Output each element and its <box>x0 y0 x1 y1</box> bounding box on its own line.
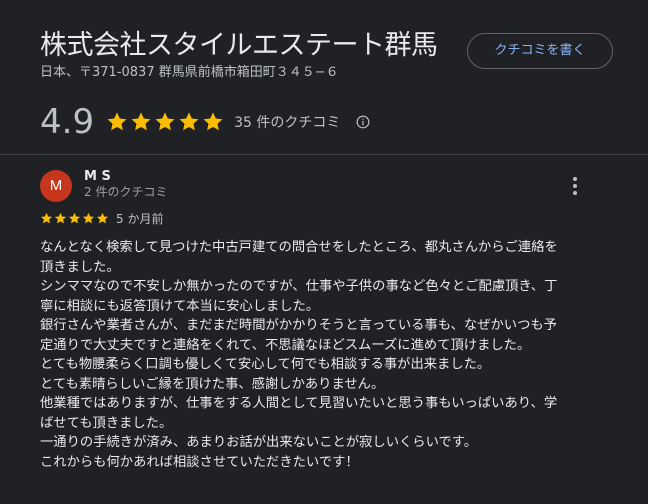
star-icon <box>203 112 223 131</box>
star-icon <box>40 212 53 223</box>
review-text-line: とても素晴らしいご縁を頂けた事、感謝しかありません。 <box>40 376 385 392</box>
star-icon <box>131 112 151 131</box>
star-icon <box>82 212 95 223</box>
review-page: 株式会社スタイルエステート群馬 日本、〒371-0837 群馬県前橋市箱田町３４… <box>0 0 648 504</box>
review-text-line: これからも何かあれば相談させていただきたいです！ <box>40 454 359 470</box>
review-rating: 5 か月前 <box>40 210 163 226</box>
review-date: 5 か月前 <box>116 211 164 226</box>
business-title: 株式会社スタイルエステート群馬 <box>40 30 438 61</box>
reviewer-avatar[interactable]: M <box>40 170 72 202</box>
star-icon <box>179 112 199 131</box>
write-review-button[interactable]: クチコミを書く <box>467 33 613 69</box>
review-text-line: シンママなので不安しか無かったのですが、仕事や子供の事など色々とご配慮頂き、丁 <box>40 279 558 294</box>
more-vert-icon[interactable] <box>566 174 584 198</box>
review-text-line: 一通りの手続きが済み、あまりお話が出来ないことが寂しいくらいです。 <box>40 435 478 450</box>
rating-summary: 4.9 35 件のクチコミ <box>40 100 370 144</box>
review-text-line: 他業種ではありますが、仕事をする人間として見習いたいと思う事もいっぱいあり、学 <box>40 396 558 411</box>
review-stars <box>40 212 109 225</box>
star-icon <box>54 212 67 223</box>
review-text-line: 頂きました。 <box>40 259 120 275</box>
business-address: 日本、〒371-0837 群馬県前橋市箱田町３４５−６ <box>40 65 339 80</box>
review-text-line: 定通りで大丈夫ですと連絡をくれて、不思議なほどスムーズに進めて頂けました。 <box>40 337 531 353</box>
review-count[interactable]: 35 件のクチコミ <box>234 112 340 132</box>
review-text-line: 寧に相談にも返答頂けて本当に安心しました。 <box>40 298 320 314</box>
average-rating: 4.9 <box>40 102 95 142</box>
star-icon <box>68 212 81 223</box>
review-text: なんとなく検索して見つけた中古戸建ての問合せをしたところ、都丸さんからご連絡を … <box>40 238 596 472</box>
reviewer-review-count: 2 件のクチコミ <box>84 185 168 199</box>
star-icon <box>155 112 175 131</box>
review-text-line: とても物腰柔らく口調も優しくて安心して何でも相談する事が出来ました。 <box>40 357 491 372</box>
info-icon[interactable] <box>356 115 370 129</box>
star-icon <box>107 112 127 131</box>
review-text-line: なんとなく検索して見つけた中古戸建ての問合せをしたところ、都丸さんからご連絡を <box>40 240 558 255</box>
section-divider <box>0 154 648 155</box>
average-stars <box>106 111 224 133</box>
review-text-line: 銀行さんや業者さんが、まだまだ時間がかかりそうと言っている事も、なぜかいつも予 <box>40 318 557 333</box>
review-text-line: ばせても頂きました。 <box>40 415 173 431</box>
star-icon <box>96 212 109 223</box>
